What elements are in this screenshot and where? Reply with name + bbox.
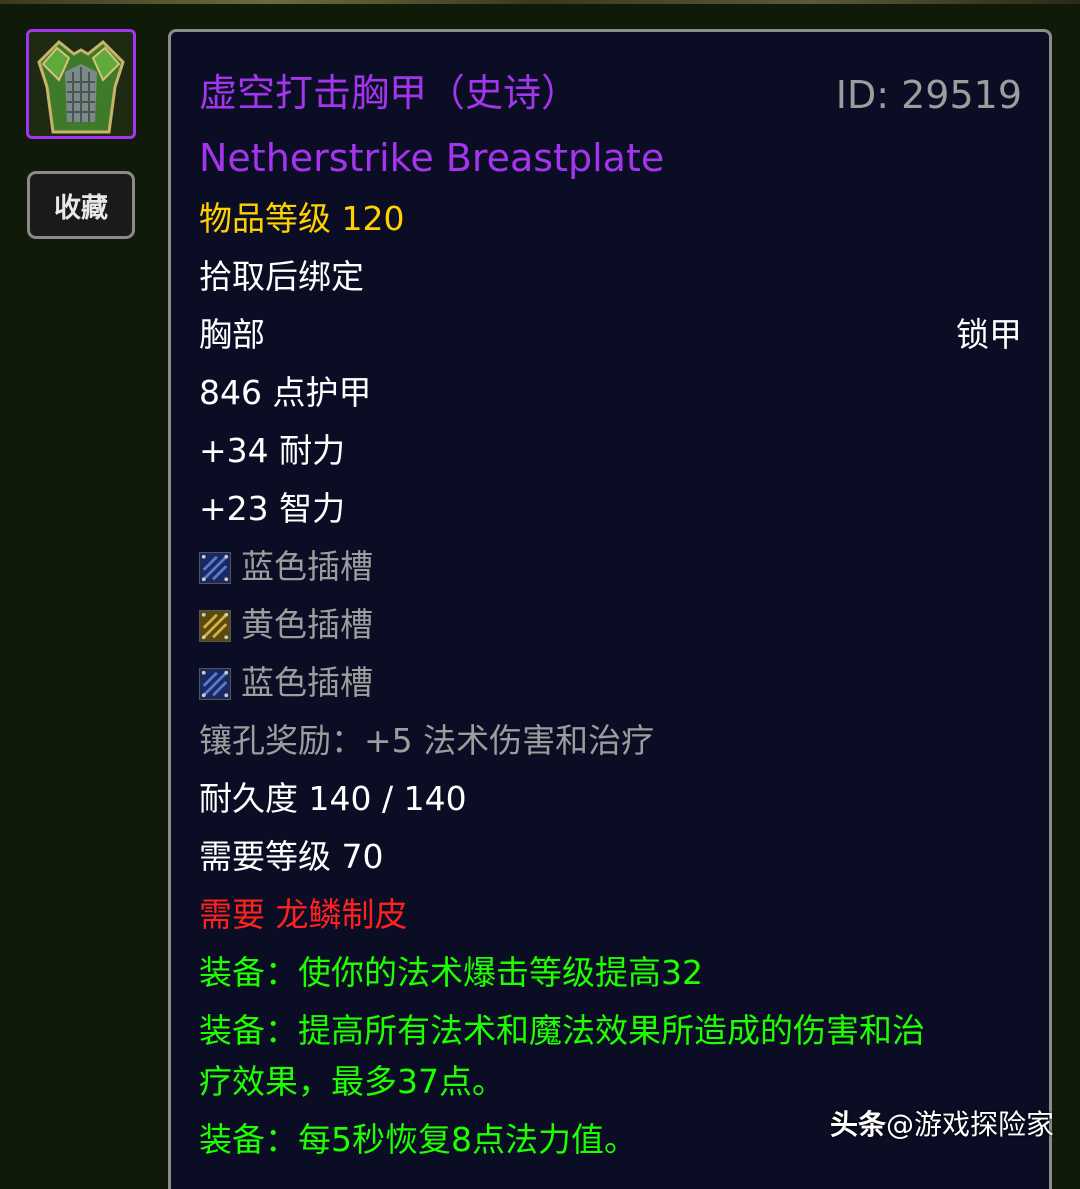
top-decor-strip [0,0,1080,4]
item-id: ID: 29519 [835,73,1022,117]
binding-text: 拾取后绑定 [199,257,364,296]
item-name-cn: 虚空打击胸甲（史诗） [199,71,580,115]
slot-text: 胸部 [199,315,265,354]
required-skill: 需要 龙鳞制皮 [199,895,408,934]
blue-socket-icon [199,668,231,700]
equip-effect-1: 装备：使你的法术爆击等级提高32 [199,953,703,992]
blue-socket-icon [199,552,231,584]
watermark-brand: 头条 [829,1108,886,1141]
equip-effect-2-cont: 疗效果，最多37点。 [199,1062,505,1101]
stamina-stat: +34 耐力 [199,431,346,470]
socket-bonus: 镶孔奖励：+5 法术伤害和治疗 [199,721,655,760]
socket-row-3: 蓝色插槽 [199,663,373,703]
intellect-stat: +23 智力 [199,489,346,528]
armor-value: 846 点护甲 [199,373,372,412]
durability: 耐久度 140 / 140 [199,779,467,818]
item-icon[interactable] [26,29,136,139]
item-name-en: Netherstrike Breastplate [199,136,665,180]
socket-label: 蓝色插槽 [241,547,373,586]
socket-row-2: 黄色插槽 [199,605,373,645]
socket-label: 黄色插槽 [241,605,373,644]
green-mail-chest-icon [29,32,133,136]
equip-effect-2: 装备：提高所有法术和魔法效果所造成的伤害和治 [199,1011,925,1050]
item-level: 物品等级 120 [199,199,405,238]
favorite-button[interactable]: 收藏 [27,171,135,239]
socket-row-1: 蓝色插槽 [199,547,373,587]
equip-effect-3: 装备：每5秒恢复8点法力值。 [199,1120,637,1159]
watermark: 头条@游戏探险家 [830,1103,1054,1143]
socket-label: 蓝色插槽 [241,663,373,702]
required-level: 需要等级 70 [199,837,384,876]
yellow-socket-icon [199,610,231,642]
armor-type-text: 锁甲 [956,315,1022,354]
watermark-account: @游戏探险家 [885,1108,1054,1141]
